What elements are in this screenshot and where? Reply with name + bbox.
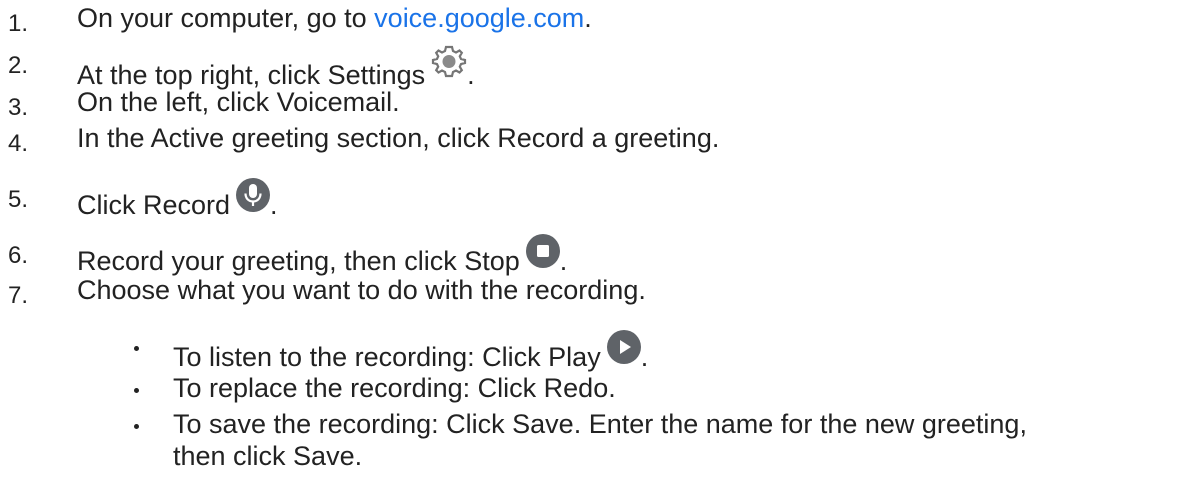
bullet-dot [134, 388, 139, 393]
step-text-after: . [467, 60, 475, 90]
step-text: At the top right, click Settings . [77, 44, 475, 91]
step-text: On your computer, go to voice.google.com… [77, 2, 592, 34]
step-number: 5. [8, 186, 29, 213]
bullet-text: To replace the recording: Click Redo. [173, 373, 616, 403]
step-number: 4. [8, 130, 29, 157]
step-text: In the Active greeting section, click Re… [77, 123, 720, 153]
step-text-after: . [559, 246, 568, 276]
step-text: Record your greeting, then click Stop . [77, 234, 567, 277]
microphone-icon [236, 178, 271, 212]
step-number: 6. [8, 242, 29, 269]
step-text: On the left, click Voicemail. [77, 87, 400, 117]
voice-google-link[interactable]: voice.google.com [374, 3, 584, 33]
bullet-dot [134, 346, 139, 351]
step-number: 7. [8, 282, 29, 309]
gear-icon [431, 44, 467, 78]
step-number: 2. [8, 52, 29, 79]
bullet-dot [134, 424, 139, 429]
step-text-before-link: On your computer, go to [77, 3, 375, 33]
bullet-text: To listen to the recording: Click Play . [173, 330, 648, 373]
bullet-text-main: To listen to the recording: Click Play [173, 342, 601, 372]
step-text-after: . [584, 3, 592, 33]
step-text: Click Record . [77, 178, 278, 221]
step-text-after: . [270, 190, 278, 220]
step-text-main: Record your greeting, then click Stop [77, 246, 520, 276]
bullet-text-after: . [640, 342, 649, 372]
stop-icon [525, 234, 560, 268]
step-text-main: Click Record [77, 190, 231, 220]
step-text: Choose what you want to do with the reco… [77, 275, 646, 305]
step-number: 1. [8, 10, 29, 37]
bullet-text: To save the recording: Click Save. Enter… [173, 409, 1027, 439]
play-icon [606, 330, 641, 364]
bullet-text-continuation: then click Save. [173, 441, 363, 471]
step-number: 3. [8, 94, 29, 121]
